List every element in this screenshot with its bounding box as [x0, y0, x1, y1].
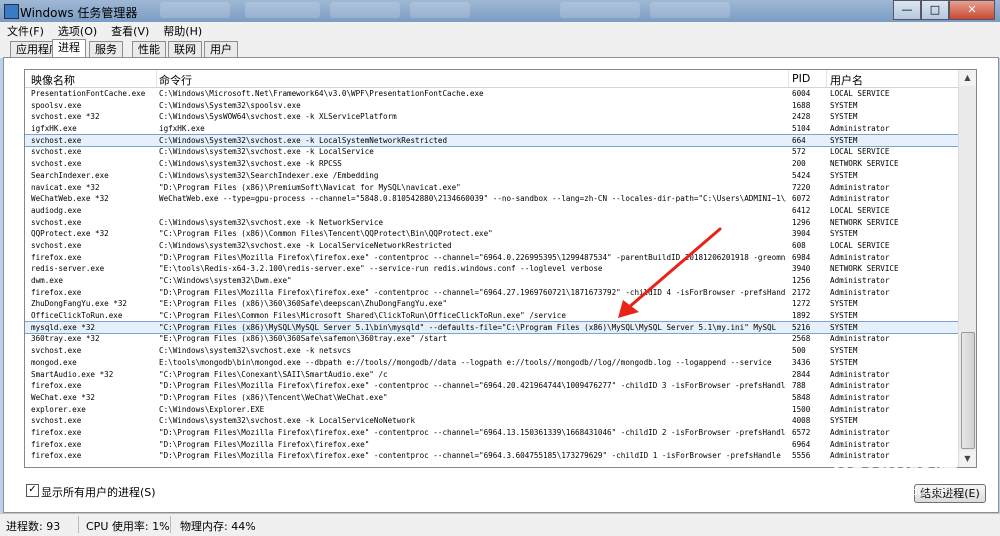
status-bar: 进程数: 93 CPU 使用率: 1% 物理内存: 44% [0, 513, 1000, 536]
process-count: 进程数: 93 [6, 520, 61, 533]
watermark-brand: Baidu经验 [832, 458, 957, 486]
status-divider [170, 516, 171, 533]
annotation-arrow-shaft [626, 227, 722, 310]
cpu-usage: CPU 使用率: 1% [86, 520, 170, 533]
status-divider [78, 516, 79, 533]
watermark-site: jingyan.baidu.com [850, 485, 952, 498]
physical-memory: 物理内存: 44% [180, 520, 256, 533]
